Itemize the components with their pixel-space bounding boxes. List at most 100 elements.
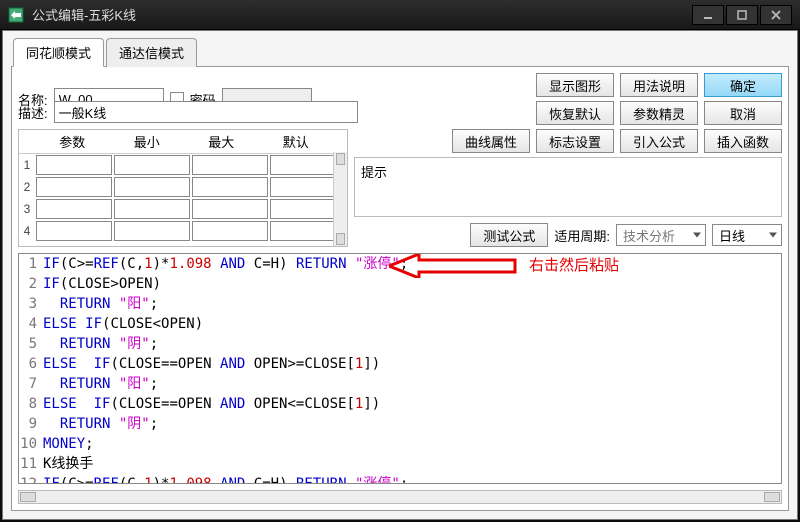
line-code[interactable]: RETURN "阴"; (43, 334, 781, 354)
param-cell[interactable] (36, 199, 112, 219)
param-cell[interactable] (114, 155, 190, 175)
param-cell[interactable] (114, 177, 190, 197)
period-value-select[interactable]: 日线 (712, 224, 782, 246)
code-line[interactable]: 7 RETURN "阳"; (19, 374, 781, 394)
param-cell[interactable] (192, 221, 268, 241)
desc-input[interactable] (54, 101, 358, 123)
line-code[interactable]: IF(C>=REF(C,1)*1.098 AND C=H) RETURN "涨停… (43, 474, 781, 484)
code-line[interactable]: 1IF(C>=REF(C,1)*1.098 AND C=H) RETURN "涨… (19, 254, 781, 274)
window-title: 公式编辑-五彩K线 (32, 5, 690, 24)
line-number: 5 (19, 334, 43, 354)
period-row: 测试公式 适用周期: 技术分析 日线 (354, 223, 782, 247)
param-table: 参数 最小 最大 默认 1 (18, 129, 348, 247)
line-number: 6 (19, 354, 43, 374)
show-graph-button[interactable]: 显示图形 (536, 73, 614, 97)
line-number: 4 (19, 314, 43, 334)
button-grid-right: 显示图形 用法说明 确定 恢复默认 参数精灵 取消 (536, 73, 782, 125)
line-code[interactable]: RETURN "阳"; (43, 294, 781, 314)
param-cell[interactable] (36, 155, 112, 175)
restore-button[interactable]: 恢复默认 (536, 101, 614, 125)
main-panel: 名称: 密码 显示图形 用法说明 确定 恢复默认 参数精灵 取消 描述: (11, 66, 789, 511)
code-line[interactable]: 11K线换手 (19, 454, 781, 474)
param-row: 1 (19, 154, 347, 176)
line-code[interactable]: MONEY; (43, 434, 781, 454)
param-row-num: 3 (19, 202, 35, 216)
param-cell[interactable] (192, 199, 268, 219)
code-line[interactable]: 2IF(CLOSE>OPEN) (19, 274, 781, 294)
line-code[interactable]: ELSE IF(CLOSE<OPEN) (43, 314, 781, 334)
annotation-text: 右击然后粘贴 (529, 256, 619, 276)
param-cell[interactable] (114, 221, 190, 241)
row-desc: 描述: (18, 101, 358, 123)
period-kind-select[interactable]: 技术分析 (616, 224, 706, 246)
line-number: 2 (19, 274, 43, 294)
mid-right: 曲线属性 标志设置 引入公式 插入函数 提示 测试公式 适用周期: 技术分析 日… (354, 129, 782, 247)
desc-label: 描述: (18, 103, 48, 122)
line-number: 8 (19, 394, 43, 414)
code-line[interactable]: 8ELSE IF(CLOSE==OPEN AND OPEN<=CLOSE[1]) (19, 394, 781, 414)
client-area: 同花顺模式 通达信模式 名称: 密码 显示图形 用法说明 确定 恢复默认 参数精… (2, 30, 798, 520)
param-wizard-button[interactable]: 参数精灵 (620, 101, 698, 125)
titlebar-buttons (690, 5, 792, 25)
import-button[interactable]: 引入公式 (620, 129, 698, 153)
param-row-num: 4 (19, 224, 35, 238)
tab-strip: 同花顺模式 通达信模式 (13, 37, 797, 66)
code-line[interactable]: 6ELSE IF(CLOSE==OPEN AND OPEN>=CLOSE[1]) (19, 354, 781, 374)
editor-h-scrollbar[interactable] (18, 490, 782, 504)
line-code[interactable]: RETURN "阳"; (43, 374, 781, 394)
param-row: 3 (19, 198, 347, 220)
insert-fn-button[interactable]: 插入函数 (704, 129, 782, 153)
line-number: 11 (19, 454, 43, 474)
curve-attr-button[interactable]: 曲线属性 (452, 129, 530, 153)
param-col-max: 最大 (184, 130, 259, 154)
titlebar: 公式编辑-五彩K线 (0, 0, 800, 30)
period-label: 适用周期: (554, 226, 610, 245)
line-code[interactable]: IF(CLOSE>OPEN) (43, 274, 781, 294)
code-line[interactable]: 4ELSE IF(CLOSE<OPEN) (19, 314, 781, 334)
code-line[interactable]: 12IF(C>=REF(C,1)*1.098 AND C=H) RETURN "… (19, 474, 781, 484)
line-number: 10 (19, 434, 43, 454)
param-row: 2 (19, 176, 347, 198)
line-number: 9 (19, 414, 43, 434)
usage-button[interactable]: 用法说明 (620, 73, 698, 97)
mid-buttons: 曲线属性 标志设置 引入公式 插入函数 (354, 129, 782, 153)
param-cell[interactable] (36, 221, 112, 241)
test-button[interactable]: 测试公式 (470, 223, 548, 247)
line-code[interactable]: K线换手 (43, 454, 781, 474)
app-icon (8, 7, 24, 23)
flag-set-button[interactable]: 标志设置 (536, 129, 614, 153)
maximize-button[interactable] (726, 5, 758, 25)
line-code[interactable]: IF(C>=REF(C,1)*1.098 AND C=H) RETURN "涨停… (43, 254, 781, 274)
param-rows: 1 2 (19, 154, 347, 242)
line-number: 7 (19, 374, 43, 394)
code-line[interactable]: 9 RETURN "阴"; (19, 414, 781, 434)
param-col-name: 参数 (35, 130, 110, 154)
line-code[interactable]: RETURN "阴"; (43, 414, 781, 434)
code-line[interactable]: 5 RETURN "阴"; (19, 334, 781, 354)
param-scrollbar[interactable] (333, 152, 347, 246)
ok-button[interactable]: 确定 (704, 73, 782, 97)
param-row-num: 1 (19, 158, 35, 172)
line-number: 12 (19, 474, 43, 484)
param-cell[interactable] (192, 155, 268, 175)
param-col-default: 默认 (259, 130, 334, 154)
hint-box: 提示 (354, 157, 782, 217)
param-cell[interactable] (114, 199, 190, 219)
code-editor[interactable]: 右击然后粘贴 1IF(C>=REF(C,1)*1.098 AND C=H) RE… (18, 253, 782, 484)
line-code[interactable]: ELSE IF(CLOSE==OPEN AND OPEN>=CLOSE[1]) (43, 354, 781, 374)
cancel-button[interactable]: 取消 (704, 101, 782, 125)
tab-tongdaxin[interactable]: 通达信模式 (106, 38, 197, 67)
close-button[interactable] (760, 5, 792, 25)
param-cell[interactable] (36, 177, 112, 197)
param-row: 4 (19, 220, 347, 242)
minimize-button[interactable] (692, 5, 724, 25)
line-code[interactable]: ELSE IF(CLOSE==OPEN AND OPEN<=CLOSE[1]) (43, 394, 781, 414)
mid-section: 参数 最小 最大 默认 1 (18, 129, 782, 247)
code-line[interactable]: 10MONEY; (19, 434, 781, 454)
line-number: 3 (19, 294, 43, 314)
tab-tonghuashun[interactable]: 同花顺模式 (13, 38, 104, 67)
param-header: 参数 最小 最大 默认 (19, 130, 347, 154)
code-line[interactable]: 3 RETURN "阳"; (19, 294, 781, 314)
hint-label: 提示 (361, 165, 387, 180)
param-cell[interactable] (192, 177, 268, 197)
